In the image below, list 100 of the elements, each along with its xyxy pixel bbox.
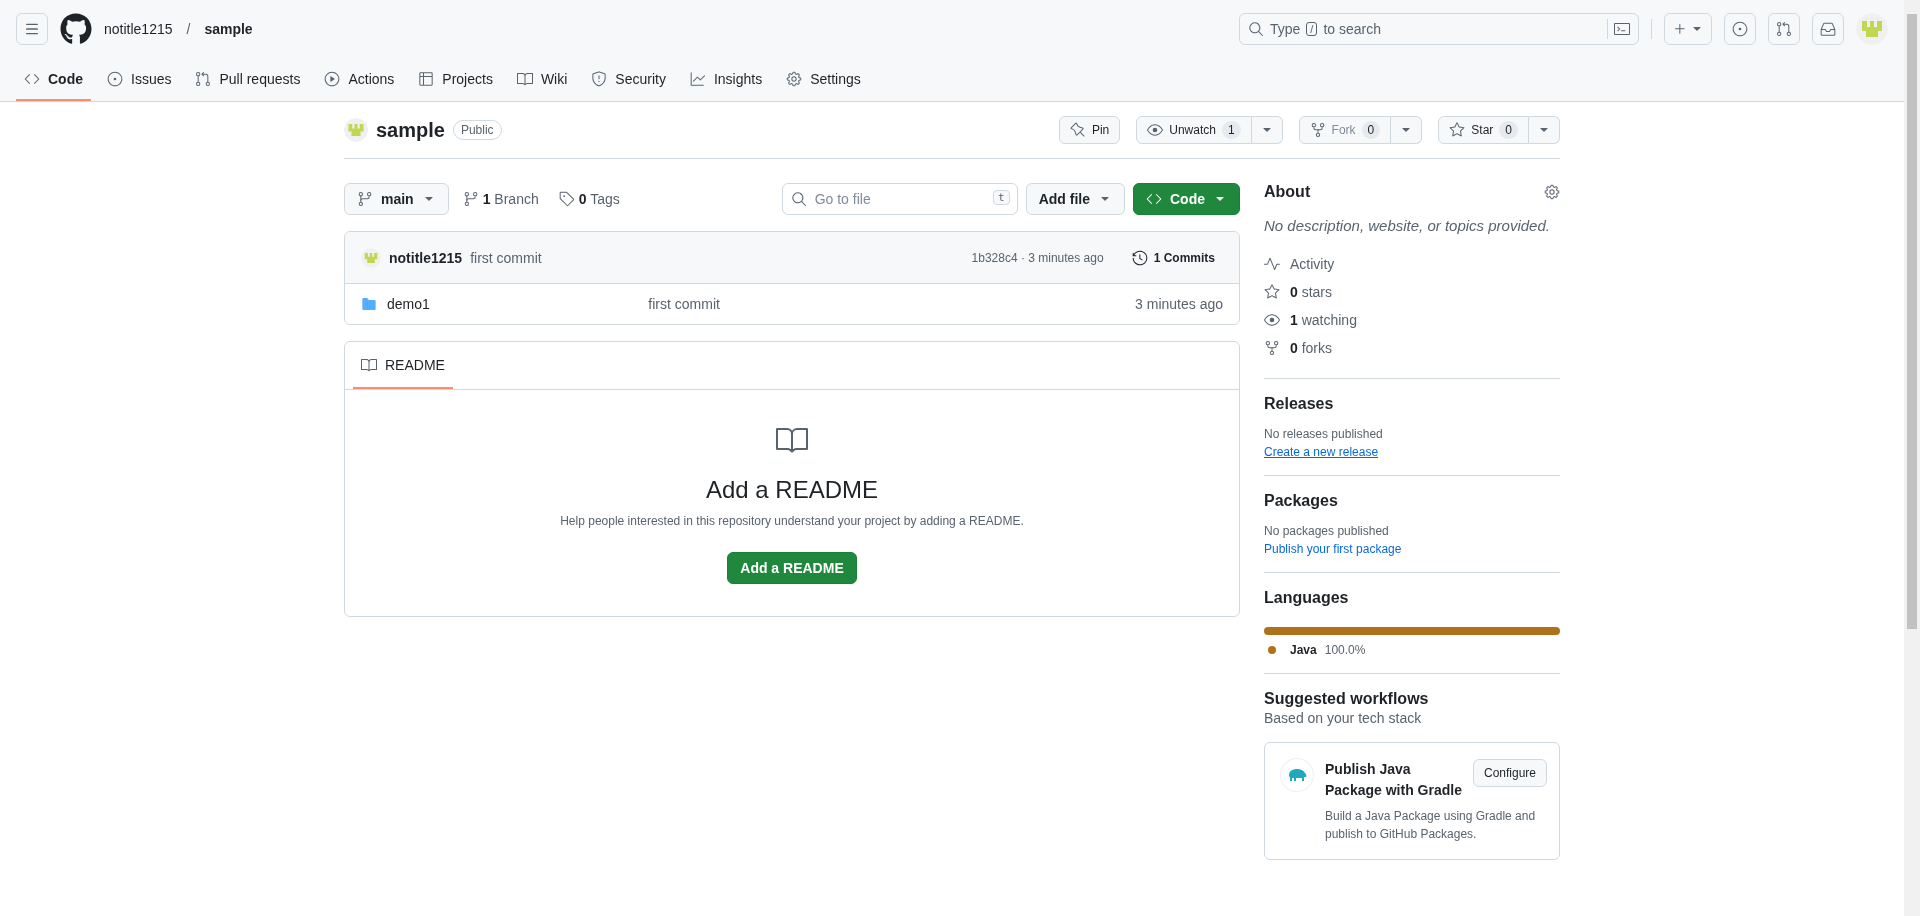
repo-tab[interactable]: Wiki: [508, 58, 576, 101]
eye-icon: [1147, 122, 1164, 138]
avatar-icon: [361, 247, 381, 268]
stat-link[interactable]: Activity: [1264, 250, 1560, 278]
book-icon: [361, 356, 377, 373]
search-icon: [1248, 21, 1264, 37]
branch-select[interactable]: main: [344, 183, 449, 215]
search-field[interactable]: Type / to search: [1239, 13, 1639, 45]
button-label: Star: [1471, 123, 1494, 137]
menu-button[interactable]: [16, 13, 48, 45]
commit-time: 3 minutes ago: [1134, 296, 1223, 312]
file-link[interactable]: demo1: [361, 296, 649, 312]
author-link[interactable]: notitle1215: [389, 249, 463, 266]
language-name: Java: [1290, 643, 1317, 657]
owner-link[interactable]: notitle1215: [104, 21, 173, 37]
workflow-description: Build a Java Package using Gradle and publish to GitHub Packages.: [1325, 808, 1537, 843]
count-badge: 0: [1499, 121, 1518, 139]
language-percent: 100.0%: [1324, 643, 1366, 657]
settings-icon: [786, 70, 803, 87]
fork-icon: [1309, 122, 1326, 138]
issues-button[interactable]: [1724, 13, 1756, 45]
readme-tab[interactable]: README: [353, 342, 453, 389]
dropdown-button[interactable]: [1251, 116, 1283, 144]
repo-tab[interactable]: Code: [16, 58, 91, 101]
menu-icon: [24, 21, 40, 37]
plus-icon: [1672, 21, 1688, 37]
fork-icon: [1264, 340, 1280, 356]
book-icon: [516, 70, 533, 87]
tags-link[interactable]: 0 Tags: [552, 191, 626, 207]
section-title: About: [1264, 183, 1311, 201]
play-icon: [324, 70, 341, 87]
section-link[interactable]: Publish your first package: [1264, 542, 1402, 556]
count-badge: 1: [1221, 121, 1241, 139]
eye-icon: [1264, 312, 1280, 328]
pull-requests-button[interactable]: [1768, 13, 1800, 45]
section-title: Suggested workflows: [1264, 690, 1429, 708]
history-icon: [1131, 249, 1148, 266]
terminal-icon: [1614, 21, 1630, 37]
action-button[interactable]: Unwatch 1: [1136, 116, 1252, 144]
dropdown-button[interactable]: [1529, 116, 1560, 144]
add-readme-button[interactable]: Add a README: [727, 552, 857, 584]
search-hint: Type: [1270, 21, 1301, 37]
inbox-button[interactable]: [1812, 13, 1844, 45]
repo-tab[interactable]: Settings: [778, 58, 869, 101]
shortcut-key: t: [993, 190, 1010, 205]
issue-icon: [1732, 21, 1748, 37]
commits-link[interactable]: 1 Commits: [1123, 245, 1223, 270]
code-button[interactable]: Code: [1133, 183, 1240, 215]
repo-tab[interactable]: Projects: [410, 58, 501, 101]
repo-tab[interactable]: Actions: [316, 58, 403, 101]
create-button[interactable]: [1664, 13, 1712, 45]
section-text: No releases published: [1264, 427, 1384, 441]
section-title: Packages: [1264, 492, 1338, 510]
avatar-icon: [344, 118, 368, 142]
folder-icon: [361, 296, 377, 312]
section-text: No packages published: [1264, 524, 1390, 538]
repo-tab[interactable]: Issues: [99, 58, 180, 101]
button-label: Pin: [1091, 123, 1110, 137]
branch-icon: [462, 191, 479, 207]
button-label: Fork: [1331, 123, 1356, 137]
stat-link[interactable]: 0 forks: [1264, 334, 1560, 362]
repo-tab[interactable]: Insights: [681, 58, 771, 101]
repo-tab[interactable]: Security: [583, 58, 674, 101]
elephant-icon: [1287, 767, 1307, 783]
action-button[interactable]: Star 0: [1438, 116, 1529, 144]
issue-icon: [107, 70, 123, 87]
section-title: Languages: [1264, 589, 1349, 607]
breadcrumb-separator: /: [186, 21, 191, 37]
dropdown-button[interactable]: [1391, 116, 1423, 144]
tag-icon: [558, 191, 575, 207]
branches-link[interactable]: 1 Branch: [456, 191, 545, 207]
code-icon: [1146, 191, 1162, 207]
inbox-icon: [1820, 21, 1836, 37]
scrollbar[interactable]: [1904, 0, 1920, 916]
branch-icon: [357, 191, 373, 207]
readme-title: Add a README: [705, 476, 879, 504]
pull-request-icon: [195, 70, 212, 87]
github-logo-icon[interactable]: [60, 13, 92, 45]
section-link[interactable]: Create a new release: [1264, 445, 1379, 459]
button-label: Unwatch: [1169, 123, 1216, 137]
readme-text: Help people interested in this repository understand your project by adding a README.: [560, 514, 1024, 528]
commit-message: first commit: [470, 249, 542, 266]
configure-button[interactable]: Configure: [1472, 759, 1547, 787]
settings-icon[interactable]: [1544, 184, 1560, 200]
pulse-icon: [1264, 256, 1280, 272]
shortcut-key: /: [1306, 22, 1318, 36]
repo-name[interactable]: sample: [376, 118, 445, 142]
star-icon: [1264, 284, 1280, 300]
repo-tab[interactable]: Pull requests: [187, 58, 309, 101]
workflow-title: Publish Java Package with Gradle: [1325, 760, 1463, 800]
avatar-icon: [1856, 13, 1888, 45]
stat-link[interactable]: 0 stars: [1264, 278, 1560, 306]
repo-link[interactable]: sample: [204, 21, 253, 37]
add-file-button[interactable]: Add file: [1025, 183, 1125, 215]
star-icon: [1449, 122, 1466, 138]
search-hint: to search: [1323, 21, 1381, 37]
about-description: No description, website, or topics provided.: [1264, 217, 1551, 234]
search-icon: [790, 191, 807, 207]
stat-link[interactable]: 1 watching: [1264, 306, 1560, 334]
action-button[interactable]: Pin: [1058, 116, 1121, 144]
